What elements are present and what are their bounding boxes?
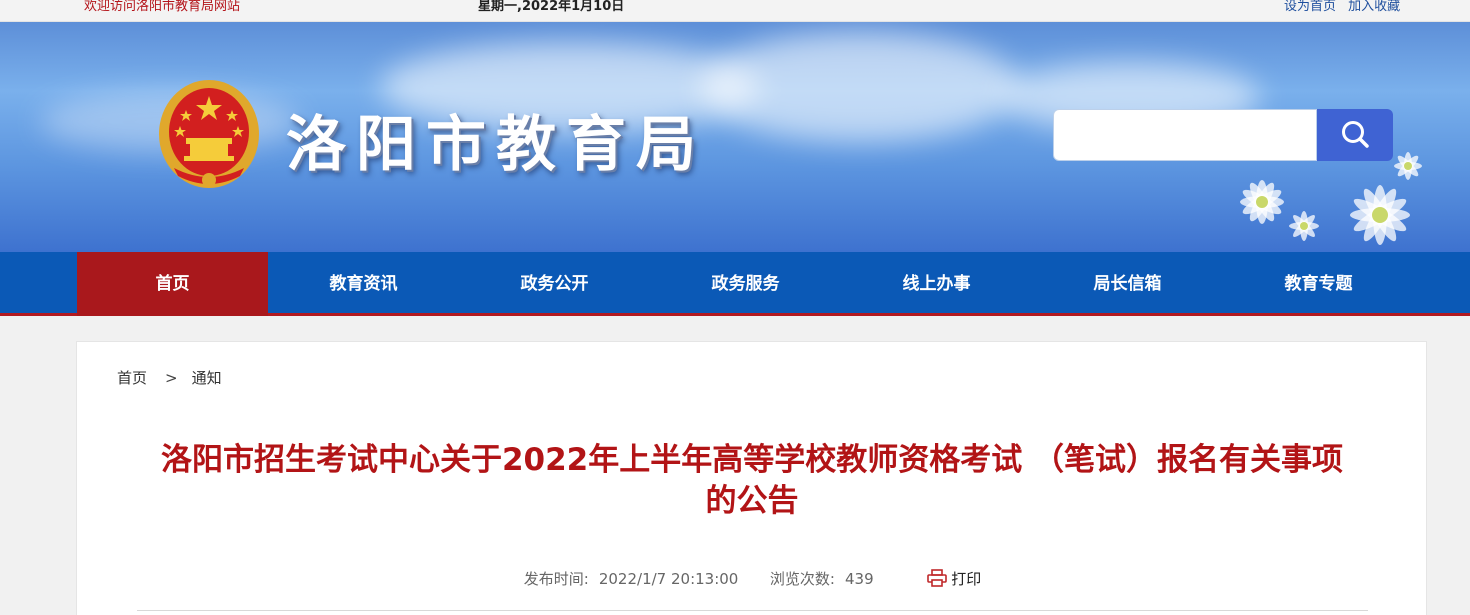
breadcrumb-home-link[interactable]: 首页 (117, 369, 147, 387)
breadcrumb-separator: > (165, 369, 178, 387)
add-favorite-link[interactable]: 加入收藏 (1348, 0, 1400, 14)
print-label: 打印 (951, 570, 982, 588)
nav-item-government-affairs[interactable]: 政务公开 (459, 252, 650, 316)
national-emblem-icon (159, 80, 259, 188)
welcome-text: 欢迎访问洛阳市教育局网站 (84, 0, 241, 14)
nav-item-online-services[interactable]: 线上办事 (841, 252, 1032, 316)
current-date: 星期一,2022年1月10日 (478, 0, 625, 14)
publish-time-label: 发布时间: (523, 570, 589, 588)
header-banner: 洛阳市教育局 (0, 22, 1470, 252)
nav-item-education-news[interactable]: 教育资讯 (268, 252, 459, 316)
cloud-decoration (700, 32, 1020, 142)
view-count-label: 浏览次数: (769, 570, 835, 588)
nav-item-director-mailbox[interactable]: 局长信箱 (1032, 252, 1223, 316)
main-nav: 首页 教育资讯 政务公开 政务服务 线上办事 局长信箱 教育专题 (0, 252, 1470, 316)
top-bar: 欢迎访问洛阳市教育局网站 星期一,2022年1月10日 设为首页 加入收藏 (0, 0, 1470, 22)
breadcrumb: 首页 > 通知 (117, 367, 222, 388)
nav-item-education-topics[interactable]: 教育专题 (1223, 252, 1414, 316)
print-button[interactable]: 打印 (927, 569, 982, 588)
set-homepage-link[interactable]: 设为首页 (1284, 0, 1336, 14)
nav-item-home[interactable]: 首页 (77, 252, 268, 316)
breadcrumb-current-link[interactable]: 通知 (192, 369, 222, 387)
article-meta: 发布时间: 2022/1/7 20:13:00 浏览次数: 439 打印 (77, 568, 1428, 589)
top-links: 设为首页 加入收藏 (1284, 0, 1408, 14)
daisy-flowers-decoration (1240, 152, 1422, 245)
article-title: 洛阳市招生考试中心关于2022年上半年高等学校教师资格考试 （笔试）报名有关事项… (160, 442, 1344, 519)
meta-divider (137, 610, 1368, 611)
nav-item-government-services[interactable]: 政务服务 (650, 252, 841, 316)
view-count-value: 439 (844, 570, 874, 588)
article-panel: 首页 > 通知 洛阳市招生考试中心关于2022年上半年高等学校教师资格考试 （笔试）… (76, 341, 1427, 615)
site-title: 洛阳市教育局 (286, 110, 706, 180)
publish-time-value: 2022/1/7 20:13:00 (598, 570, 739, 588)
printer-icon (927, 569, 947, 587)
